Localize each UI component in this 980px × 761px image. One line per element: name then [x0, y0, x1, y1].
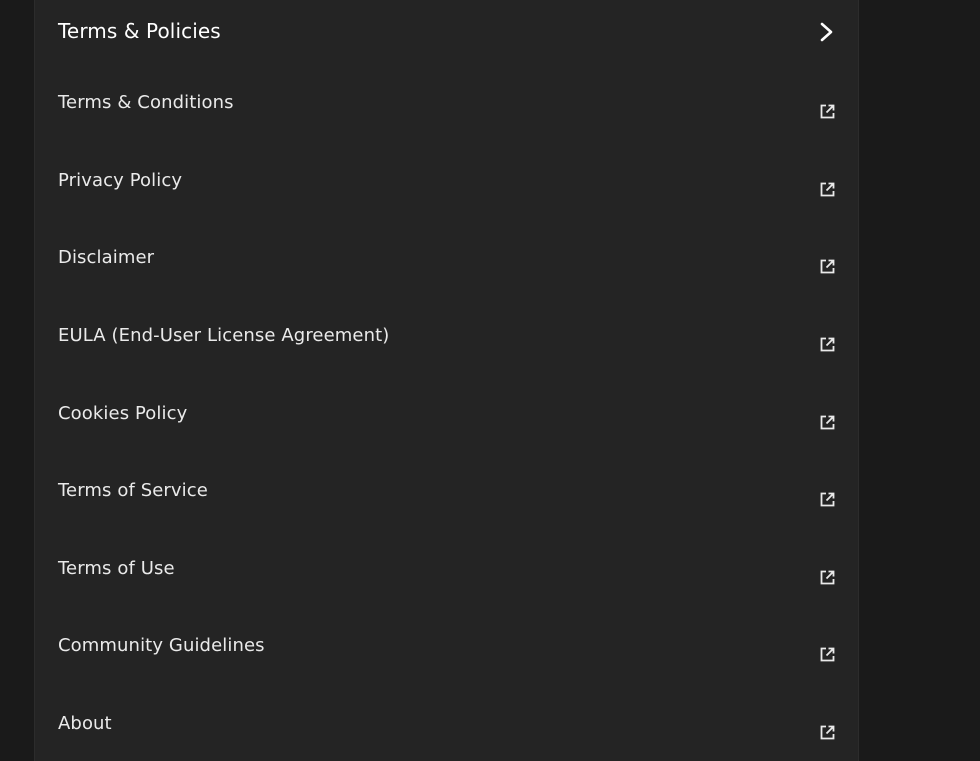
chevron-right-icon[interactable]	[818, 20, 836, 44]
policy-link-label: Terms of Use	[58, 558, 175, 579]
policy-link-label: Privacy Policy	[58, 170, 183, 191]
policy-link-disclaimer[interactable]: Disclaimer	[35, 247, 858, 325]
policy-link-community-guidelines[interactable]: Community Guidelines	[35, 635, 858, 713]
external-link-icon	[820, 337, 835, 352]
external-link-icon	[820, 104, 835, 119]
policy-link-label: Community Guidelines	[58, 635, 265, 656]
policy-link-about[interactable]: About	[35, 713, 858, 761]
panel-title: Terms & Policies	[58, 19, 221, 43]
external-link-icon	[820, 415, 835, 430]
external-link-icon	[820, 259, 835, 274]
policy-link-terms-of-service[interactable]: Terms of Service	[35, 480, 858, 558]
external-link-icon	[820, 492, 835, 507]
policy-link-cookies-policy[interactable]: Cookies Policy	[35, 403, 858, 481]
policy-link-terms-of-use[interactable]: Terms of Use	[35, 558, 858, 636]
policy-link-label: About	[58, 713, 112, 734]
external-link-icon	[820, 725, 835, 740]
policy-link-terms-conditions[interactable]: Terms & Conditions	[35, 92, 858, 170]
external-link-icon	[820, 647, 835, 662]
policy-link-privacy-policy[interactable]: Privacy Policy	[35, 170, 858, 248]
page: Terms & Policies Terms & Conditions Priv…	[0, 0, 980, 761]
external-link-icon	[820, 182, 835, 197]
policy-link-label: EULA (End-User License Agreement)	[58, 325, 390, 346]
policy-link-label: Disclaimer	[58, 247, 155, 268]
external-link-icon	[820, 570, 835, 585]
policy-link-label: Terms & Conditions	[58, 92, 234, 113]
policy-link-eula[interactable]: EULA (End-User License Agreement)	[35, 325, 858, 403]
policy-link-label: Terms of Service	[58, 480, 208, 501]
policy-link-label: Cookies Policy	[58, 403, 188, 424]
panel-header[interactable]: Terms & Policies	[35, 0, 858, 64]
terms-policies-panel: Terms & Policies Terms & Conditions Priv…	[34, 0, 859, 761]
